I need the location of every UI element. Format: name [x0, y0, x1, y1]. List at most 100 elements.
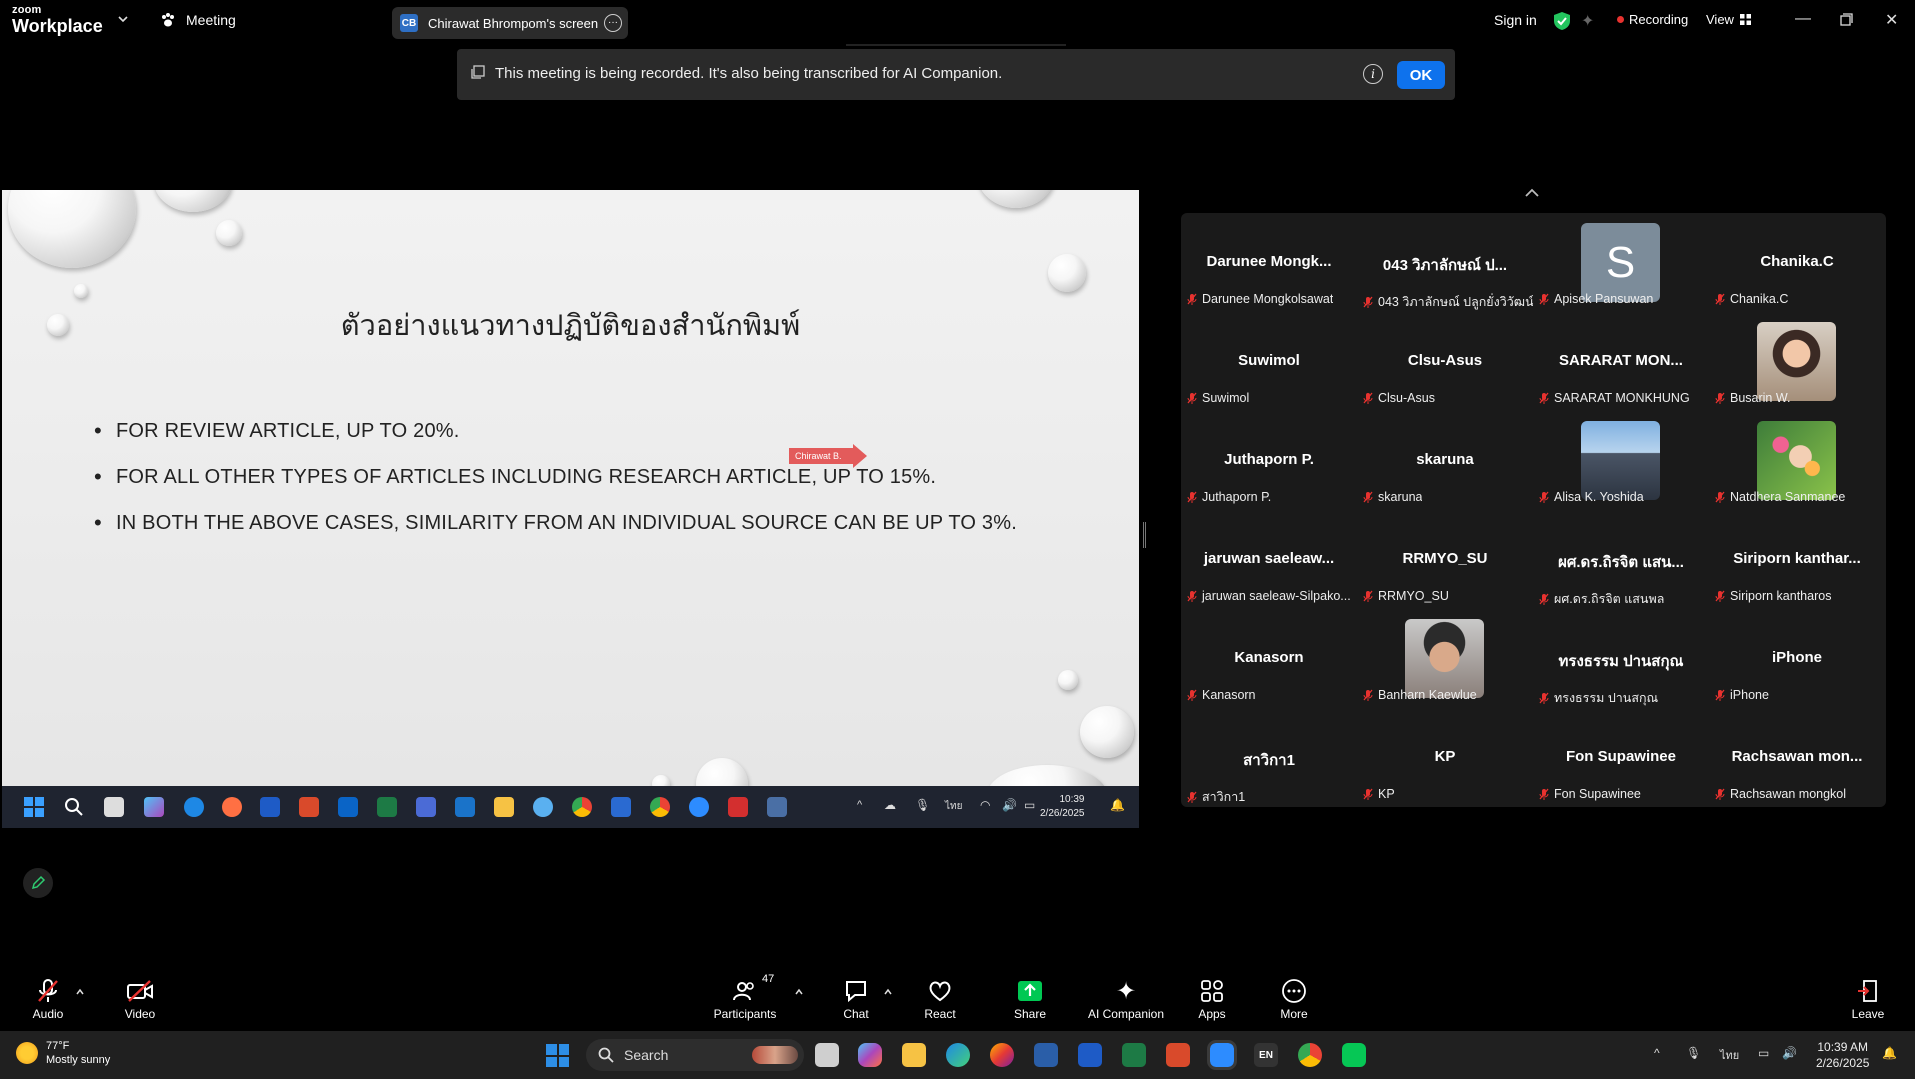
- taskbar-search-box[interactable]: Search: [586, 1039, 804, 1071]
- volume-icon[interactable]: 🔊: [1782, 1046, 1797, 1060]
- participant-tile[interactable]: Natdhera Sanmanee: [1709, 411, 1885, 510]
- leave-button[interactable]: Leave: [1850, 977, 1886, 1021]
- weather-widget[interactable]: 77°F Mostly sunny: [16, 1039, 110, 1067]
- notification-bell-icon[interactable]: 🔔: [1882, 1046, 1897, 1060]
- copilot-icon[interactable]: [858, 1043, 882, 1067]
- participant-tile[interactable]: skaruna skaruna: [1357, 411, 1533, 510]
- display-icon[interactable]: ▭: [1758, 1046, 1769, 1060]
- tray-chevron-icon[interactable]: ^: [1654, 1046, 1660, 1060]
- ai-sparkle-icon[interactable]: ✦: [1581, 11, 1594, 31]
- participant-display-name: Darunee Mongk...: [1206, 253, 1332, 270]
- participant-gallery: Darunee Mongk... Darunee Mongkolsawat 043 …: [1181, 213, 1886, 807]
- participant-tile[interactable]: Chanika.C Chanika.C: [1709, 213, 1885, 312]
- mic-muted-icon: [1715, 788, 1725, 800]
- participant-tile[interactable]: Juthaporn P. Juthaporn P.: [1181, 411, 1357, 510]
- zoom-logo-small: zoom: [12, 4, 42, 16]
- ai-companion-button[interactable]: ✦ AI Companion: [1084, 977, 1168, 1022]
- battery-icon: ▭: [1024, 798, 1036, 812]
- powerpoint-icon[interactable]: [1166, 1043, 1190, 1067]
- search-highlight-image: [752, 1046, 798, 1064]
- mic-muted-icon: [1363, 392, 1373, 404]
- participant-name-text: Kanasorn: [1202, 688, 1256, 702]
- edge-icon[interactable]: [946, 1043, 970, 1067]
- mic-muted-icon: [1539, 491, 1549, 503]
- windows-start-icon[interactable]: [546, 1044, 569, 1067]
- apps-button[interactable]: Apps: [1192, 977, 1232, 1021]
- input-language[interactable]: ไทย: [1720, 1046, 1739, 1064]
- participant-tile[interactable]: Siriporn kanthar... Siriporn kantharos: [1709, 510, 1885, 609]
- participant-tile[interactable]: Banharn Kaewlue: [1357, 609, 1533, 708]
- chevron-up-icon[interactable]: [795, 988, 803, 996]
- more-options-icon[interactable]: ···: [604, 14, 622, 32]
- avatar: S: [1581, 223, 1660, 302]
- participant-tile[interactable]: ผศ.ดร.ถิรจิต แสน... ผศ.ดร.ถิรจิต แสนพล: [1533, 510, 1709, 609]
- share-button[interactable]: Share: [1010, 977, 1050, 1021]
- participant-tile[interactable]: Alisa K. Yoshida: [1533, 411, 1709, 510]
- chevron-up-icon[interactable]: [76, 988, 84, 996]
- tray-chevron-icon: ^: [857, 799, 863, 811]
- line-app-icon[interactable]: [1342, 1043, 1366, 1067]
- participant-tile[interactable]: RRMYO_SU RRMYO_SU: [1357, 510, 1533, 609]
- participant-display-name: iPhone: [1771, 649, 1822, 666]
- microphone-icon[interactable]: 🎙: [1686, 1046, 1701, 1060]
- info-icon[interactable]: i: [1363, 64, 1383, 84]
- chevron-down-icon[interactable]: [118, 14, 128, 24]
- mic-muted-icon: [38, 979, 58, 1002]
- panel-resize-handle[interactable]: [1143, 522, 1146, 548]
- participant-display-name: Juthaporn P.: [1224, 451, 1314, 468]
- more-button[interactable]: More: [1274, 977, 1314, 1021]
- participant-tile[interactable]: Suwimol Suwimol: [1181, 312, 1357, 411]
- shared-screen-pill[interactable]: CB Chirawat Bhrompom's screen ···: [392, 7, 628, 39]
- mic-muted-icon: [1715, 491, 1725, 503]
- chat-button[interactable]: Chat: [836, 977, 876, 1021]
- video-button[interactable]: Video: [120, 977, 160, 1021]
- participant-tile[interactable]: iPhone iPhone: [1709, 609, 1885, 708]
- file-explorer-icon[interactable]: [902, 1043, 926, 1067]
- excel-icon[interactable]: [1122, 1043, 1146, 1067]
- chevron-up-icon[interactable]: [884, 988, 892, 996]
- recording-indicator[interactable]: Recording: [1617, 12, 1688, 27]
- taskbar-clock[interactable]: 10:39 AM 2/26/2025: [1816, 1039, 1869, 1071]
- globe-icon: [533, 797, 553, 817]
- participant-tile[interactable]: SARARAT MON... SARARAT MONKHUNG: [1533, 312, 1709, 411]
- participant-tile[interactable]: Fon Supawinee Fon Supawinee: [1533, 708, 1709, 807]
- meeting-menu-button[interactable]: Meeting: [160, 12, 236, 28]
- sign-in-link[interactable]: Sign in: [1494, 12, 1537, 28]
- chrome-icon[interactable]: [1298, 1043, 1322, 1067]
- ok-button[interactable]: OK: [1397, 61, 1445, 89]
- participant-tile[interactable]: jaruwan saeleaw... jaruwan saeleaw-Silpak…: [1181, 510, 1357, 609]
- participant-tile[interactable]: Kanasorn Kanasorn: [1181, 609, 1357, 708]
- participant-tile[interactable]: Rachsawan mon... Rachsawan mongkol: [1709, 708, 1885, 807]
- react-button[interactable]: React: [920, 977, 960, 1021]
- participant-display-name: Fon Supawinee: [1565, 748, 1676, 765]
- restore-icon[interactable]: [1840, 13, 1853, 26]
- audio-button[interactable]: Audio: [28, 977, 68, 1021]
- participant-name-text: ผศ.ดร.ถิรจิต แสนพล: [1554, 592, 1665, 606]
- view-button[interactable]: View: [1706, 12, 1751, 27]
- edge-icon: [184, 797, 204, 817]
- participant-tile[interactable]: Busarin W.: [1709, 312, 1885, 411]
- participant-tile[interactable]: 043 วิภาลักษณ์ ป... 043 วิภาลักษณ์ ปลูกยั…: [1357, 213, 1533, 312]
- participant-display-name: 043 วิภาลักษณ์ ป...: [1382, 257, 1508, 274]
- close-icon[interactable]: ✕: [1885, 10, 1898, 30]
- chevron-up-icon[interactable]: [1524, 188, 1540, 198]
- word-icon[interactable]: [1078, 1043, 1102, 1067]
- participant-tile[interactable]: ทรงธรรม ปานสกุณ ทรงธรรม ปานสกุณ: [1533, 609, 1709, 708]
- participant-name-text: Banharn Kaewlue: [1378, 688, 1477, 702]
- participant-display-name: skaruna: [1416, 451, 1474, 468]
- task-view-icon[interactable]: [815, 1043, 839, 1067]
- participant-tile[interactable]: S Apisek Pansuwan: [1533, 213, 1709, 312]
- participant-tile[interactable]: KP KP: [1357, 708, 1533, 807]
- en-language-app[interactable]: EN: [1254, 1043, 1278, 1067]
- minimize-icon[interactable]: —: [1795, 10, 1811, 28]
- participant-tile[interactable]: Clsu-Asus Clsu-Asus: [1357, 312, 1533, 411]
- participant-tile[interactable]: Darunee Mongk... Darunee Mongkolsawat: [1181, 213, 1357, 312]
- zoom-icon[interactable]: [1207, 1040, 1237, 1070]
- participant-name-text: Natdhera Sanmanee: [1730, 490, 1846, 504]
- store-icon[interactable]: [1034, 1043, 1058, 1067]
- participant-tile[interactable]: สาวิกา1 สาวิกา1: [1181, 708, 1357, 807]
- participant-name: Chanika.C: [1715, 292, 1788, 306]
- shield-check-icon[interactable]: [1553, 11, 1571, 31]
- annotate-pen-button[interactable]: [23, 868, 53, 898]
- firefox-icon[interactable]: [990, 1043, 1014, 1067]
